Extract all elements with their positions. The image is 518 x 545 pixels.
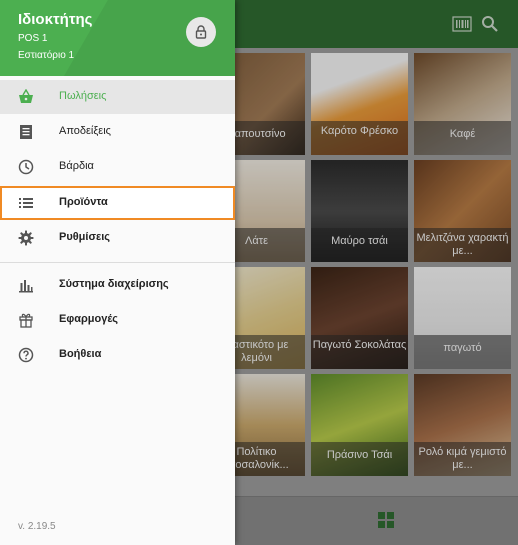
bar-chart-icon [19,280,33,293]
lock-icon [195,25,207,39]
menu-divider [0,262,235,263]
user-role: Ιδιοκτήτης [18,11,93,28]
menu-item-shift[interactable]: Βάρδια [0,150,235,184]
menu-item-label: Ρυθμίσεις [59,231,110,243]
gear-icon [18,230,34,246]
app-version: v. 2.19.5 [18,521,56,532]
menu-item-label: Βοήθεια [59,348,102,360]
menu-item-settings[interactable]: Ρυθμίσεις [0,221,235,255]
help-icon [18,347,34,363]
menu-item-label: Βάρδια [59,160,94,172]
menu-item-products[interactable]: Προϊόντα [0,186,235,220]
list-icon [19,198,33,208]
navigation-drawer: Ιδιοκτήτης POS 1 Εστιατόριο 1 Πωλήσεις Α… [0,0,235,545]
store-name: Εστιατόριο 1 [18,50,75,61]
menu-item-label: Σύστημα διαχείρισης [59,278,169,290]
apps-gift-icon [19,313,33,328]
lock-button[interactable] [186,17,216,47]
menu-item-help[interactable]: Βοήθεια [0,338,235,372]
menu-item-label: Αποδείξεις [59,125,111,137]
clock-icon [18,159,34,175]
menu-item-apps[interactable]: Εφαρμογές [0,303,235,337]
menu-item-receipts[interactable]: Αποδείξεις [0,115,235,149]
menu-item-label: Πωλήσεις [59,90,107,102]
menu-item-back-office[interactable]: Σύστημα διαχείρισης [0,268,235,302]
menu-item-label: Προϊόντα [59,196,108,208]
menu-item-sales[interactable]: Πωλήσεις [0,80,235,114]
basket-icon [19,89,33,103]
menu-item-label: Εφαρμογές [59,313,119,325]
drawer-header: Ιδιοκτήτης POS 1 Εστιατόριο 1 [0,0,235,76]
pos-name: POS 1 [18,33,48,44]
receipt-icon [20,125,32,139]
